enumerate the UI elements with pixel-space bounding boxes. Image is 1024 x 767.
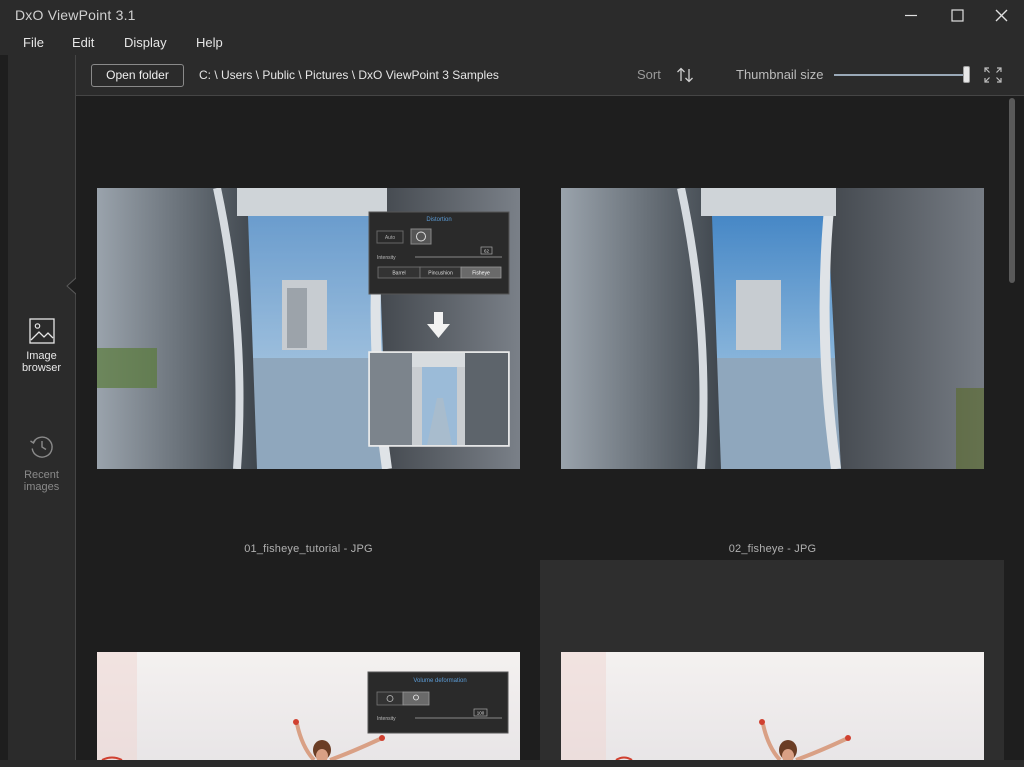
fullscreen-icon[interactable] <box>984 67 1002 83</box>
thumbnail-caption: 02_fisheye - JPG <box>728 543 817 555</box>
sidebar-item-label: Image <box>26 350 57 362</box>
history-icon <box>29 436 53 458</box>
thumbnail-size-slider[interactable] <box>834 74 969 76</box>
auto-label: Auto <box>385 235 396 241</box>
minimize-icon <box>905 14 917 17</box>
fisheye-photo <box>561 188 984 469</box>
minimize-button[interactable] <box>888 0 934 31</box>
sort-label[interactable]: Sort <box>637 67 661 82</box>
distortion-title: Distortion <box>426 217 451 223</box>
mode-fisheye: Fisheye <box>472 271 490 277</box>
volume-deformation-panel-overlay: Volume deformation Intensity 100 <box>367 671 509 734</box>
intensity-value: 62 <box>484 249 490 254</box>
sidebar-item-label: images <box>23 481 60 493</box>
sidebar-item-label: Recent <box>24 469 59 481</box>
intensity-label: Intensity <box>377 255 396 261</box>
menu-help[interactable]: Help <box>196 35 223 50</box>
sort-icon[interactable] <box>676 67 694 83</box>
menu-edit[interactable]: Edit <box>72 35 94 50</box>
menu-file[interactable]: File <box>23 35 44 50</box>
thumbnail-03-volume-deformation[interactable]: Volume deformation Intensity 100 <box>97 652 520 760</box>
left-sidebar: Image browser Recent images <box>8 55 75 760</box>
close-icon <box>995 9 1008 22</box>
fisheye-photo: Distortion Auto Intensity 62 Barrel Pinc… <box>97 188 520 469</box>
close-button[interactable] <box>978 0 1024 31</box>
volume-deformation-title: Volume deformation <box>413 678 466 684</box>
window-bottom-border <box>0 760 1024 767</box>
image-icon <box>28 318 55 344</box>
window-title: DxO ViewPoint 3.1 <box>15 7 136 23</box>
image-browser-grid: Distortion Auto Intensity 62 Barrel Pinc… <box>76 97 1008 760</box>
maximize-button[interactable] <box>934 0 980 31</box>
sidebar-item-label: browser <box>21 362 62 374</box>
mode-pincushion: Pincushion <box>428 271 453 277</box>
thumbnail-caption: 01_fisheye_tutorial - JPG <box>244 543 373 555</box>
intensity-value: 100 <box>477 711 485 716</box>
thumbnail-01-fisheye-tutorial[interactable]: Distortion Auto Intensity 62 Barrel Pinc… <box>97 188 520 469</box>
app-window: DxO ViewPoint 3.1 File Edit Display Help… <box>0 0 1024 767</box>
thumbnail-size-label: Thumbnail size <box>736 67 824 82</box>
title-bar: DxO ViewPoint 3.1 <box>0 0 1024 31</box>
jumping-person-photo <box>561 652 984 760</box>
open-folder-button[interactable]: Open folder <box>91 64 184 87</box>
thumbnail-02-fisheye[interactable] <box>561 188 984 469</box>
jumping-person-photo: Volume deformation Intensity 100 <box>97 652 520 760</box>
menu-bar: File Edit Display Help <box>0 31 1024 55</box>
scrollbar-thumb[interactable] <box>1009 98 1015 283</box>
menu-display[interactable]: Display <box>124 35 167 50</box>
sidebar-item-image-browser[interactable]: Image browser <box>8 318 75 374</box>
browser-toolbar: Open folder C: \ Users \ Public \ Pictur… <box>76 55 1024 96</box>
mode-barrel: Barrel <box>392 271 405 277</box>
intensity-label: Intensity <box>377 716 396 722</box>
corrected-preview-inset <box>368 351 510 447</box>
maximize-icon <box>951 9 964 22</box>
thumbnail-size-slider-handle[interactable] <box>963 66 970 83</box>
sidebar-item-recent-images[interactable]: Recent images <box>8 433 75 493</box>
folder-path: C: \ Users \ Public \ Pictures \ DxO Vie… <box>199 68 499 82</box>
distortion-panel-overlay: Distortion Auto Intensity 62 Barrel Pinc… <box>368 211 510 295</box>
thumbnail-04-volume[interactable] <box>561 652 984 760</box>
